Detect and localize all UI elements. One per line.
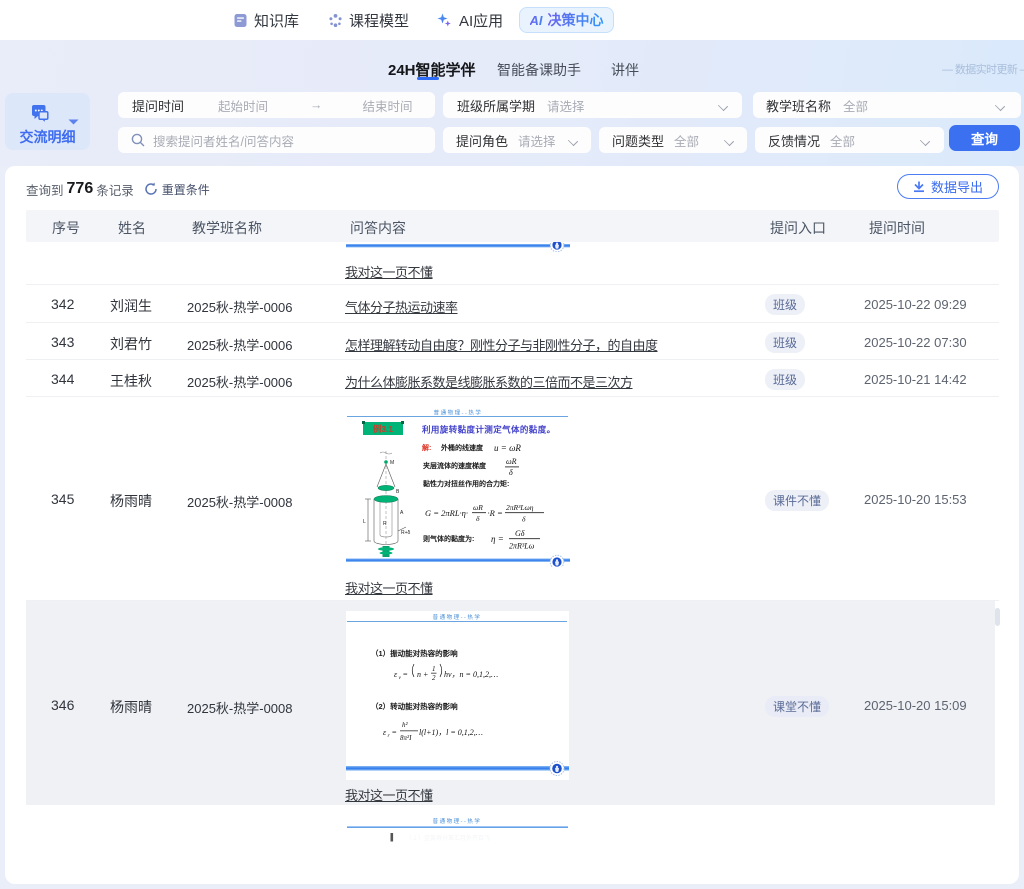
svg-text:η =: η = [491,534,504,544]
svg-text:外桶的线速度: 外桶的线速度 [441,443,484,452]
svg-text:ωR: ωR [473,503,483,512]
svg-text:（2）转动能对热容的影响: （2）转动能对热容的影响 [371,701,458,711]
svg-text:普通物理--热学: 普通物理--热学 [433,613,482,621]
svg-text:n +: n + [417,670,428,679]
svg-text:2πR³Lω: 2πR³Lω [509,542,535,551]
svg-text:（1）振动能对热容的影响: （1）振动能对热容的影响 [371,648,458,658]
svg-text:8π²I: 8π²I [400,734,412,742]
svg-text:G = 2πRL·η·: G = 2πRL·η· [425,508,468,518]
svg-text:·R =: ·R = [488,508,503,518]
svg-text:2πR³Lωη: 2πR³Lωη [506,503,534,512]
svg-text:=: = [403,670,408,679]
svg-text:则气体的黏度为:: 则气体的黏度为: [423,534,474,543]
svg-text:普通物理--热学: 普通物理--热学 [434,409,483,417]
svg-text:（１）金英寿分革汇月外齐百飞: （１）金英寿分革汇月外齐百飞 [406,834,490,842]
svg-text:普通物理--热学: 普通物理--热学 [433,817,482,825]
svg-text:δ: δ [509,468,513,477]
svg-text:hν，n = 0,1,2,…: hν，n = 0,1,2,… [444,670,498,679]
svg-text:M: M [390,460,394,466]
svg-text:解:: 解: [422,443,431,452]
svg-text:ωR: ωR [506,457,517,466]
svg-text:黏性力对扭丝作用的合力矩:: 黏性力对扭丝作用的合力矩: [423,479,509,488]
svg-text:利用旋转黏度计测定气体的黏度。: 利用旋转黏度计测定气体的黏度。 [421,425,556,435]
svg-text:2: 2 [432,674,436,682]
svg-text:u = ωR: u = ωR [494,443,521,453]
svg-text:h²: h² [402,721,409,729]
svg-text:Gδ: Gδ [515,529,525,538]
svg-text:例3.1: 例3.1 [373,424,394,434]
svg-text:δ: δ [476,514,480,523]
svg-text:l(l+1)，l = 0,1,2,…: l(l+1)，l = 0,1,2,… [419,728,483,737]
svg-text:R: R [383,521,387,527]
svg-text:=: = [392,728,397,737]
svg-text:夹层流体的速度梯度: 夹层流体的速度梯度 [423,461,487,470]
svg-text:L: L [363,519,366,525]
svg-text:δ: δ [522,515,526,524]
svg-text:R+δ: R+δ [401,530,411,536]
svg-text:1: 1 [432,665,436,673]
